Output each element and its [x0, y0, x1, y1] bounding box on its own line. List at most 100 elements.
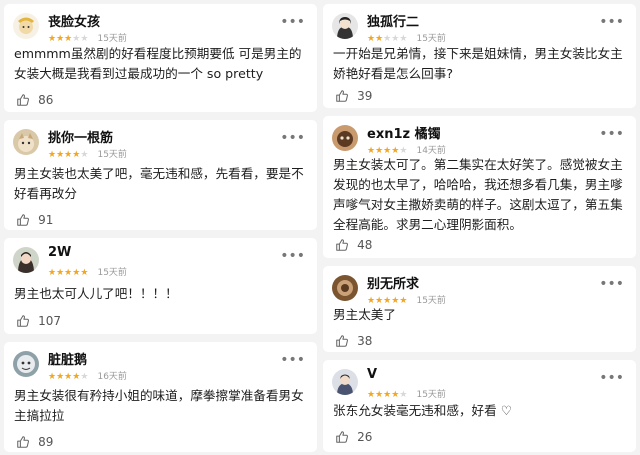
avatar[interactable] [332, 369, 358, 395]
like-button[interactable]: 38 [335, 330, 373, 348]
review-card: 脏脏鹅 ★★★★★ 16天前 ••• 男主女装很有矜持小姐的味道，摩拳擦掌准备看… [4, 342, 317, 452]
rating-stars: ★★★★★ [48, 150, 88, 160]
rating-stars: ★★★★★ [48, 372, 88, 382]
like-count: 48 [357, 237, 373, 252]
thumbs-up-icon [336, 334, 348, 347]
review-text: 一开始是兄弟情，接下来是姐妹情，男主女装比女主娇艳好看是怎么回事? [333, 46, 623, 81]
review-card: 独孤行二 ★★★★★ 15天前 ••• 一开始是兄弟情，接下来是姐妹情，男主女装… [323, 4, 636, 108]
review-text: 男主女装也太美了吧，毫无违和感，先看看，要是不好看再改分 [14, 166, 304, 201]
like-count: 89 [38, 434, 54, 449]
review-time: 15天前 [416, 389, 446, 400]
star-icon: ★ [399, 33, 408, 44]
more-dots-icon[interactable]: ••• [599, 277, 624, 291]
avatar[interactable] [13, 247, 39, 273]
star-icon: ★ [80, 33, 89, 44]
star-icon: ★ [56, 267, 65, 278]
star-icon: ★ [375, 295, 384, 306]
rating-stars: ★★★★★ [367, 296, 407, 306]
rating-stars: ★★★★★ [48, 34, 88, 44]
like-button[interactable]: 89 [16, 431, 54, 449]
thumbs-up-icon [17, 314, 29, 327]
avatar[interactable] [13, 129, 39, 155]
review-meta: ★★★★★ 15天前 [367, 384, 446, 400]
review-text: 张东允女装毫无违和感，好看 ♡ [333, 403, 513, 418]
review-text: 男主女装太可了。第二集实在太好笑了。感觉被女主发现的也太早了，哈哈哈，我还想多看… [333, 157, 623, 232]
review-card: exn1z 橘镯 ★★★★★ 14天前 ••• 男主女装太可了。第二集实在太好笑… [323, 116, 636, 258]
like-button[interactable]: 48 [335, 234, 373, 252]
thumbs-up-icon [336, 238, 348, 251]
star-icon: ★ [80, 267, 89, 278]
star-icon: ★ [80, 149, 89, 160]
reviewer-name[interactable]: V [367, 367, 377, 382]
star-icon: ★ [399, 145, 408, 156]
review-meta: ★★★★★ 15天前 [367, 290, 446, 306]
more-dots-icon[interactable]: ••• [280, 131, 305, 145]
reviewer-name[interactable]: 2W [48, 245, 71, 260]
rating-stars: ★★★★★ [367, 390, 407, 400]
star-icon: ★ [367, 33, 376, 44]
rating-stars: ★★★★★ [367, 34, 407, 44]
review-card: 2W ★★★★★ 15天前 ••• 男主也太可人儿了吧！！！！ 107 [4, 238, 317, 334]
review-time: 16天前 [97, 371, 127, 382]
like-button[interactable]: 86 [16, 89, 54, 107]
star-icon: ★ [80, 371, 89, 382]
avatar[interactable] [332, 125, 358, 151]
like-count: 38 [357, 333, 373, 348]
avatar[interactable] [332, 13, 358, 39]
star-icon: ★ [367, 389, 376, 400]
star-icon: ★ [48, 371, 57, 382]
star-icon: ★ [375, 145, 384, 156]
more-dots-icon[interactable]: ••• [599, 371, 624, 385]
star-icon: ★ [367, 145, 376, 156]
star-icon: ★ [48, 267, 57, 278]
thumbs-up-icon [17, 213, 29, 226]
review-meta: ★★★★★ 15天前 [367, 28, 446, 44]
star-icon: ★ [367, 295, 376, 306]
review-text: emmmm虽然剧的好看程度比预期要低 可是男主的女装大概是我看到过最成功的一个 … [14, 46, 302, 81]
review-time: 15天前 [97, 33, 127, 44]
review-meta: ★★★★★ 14天前 [367, 140, 446, 156]
review-time: 14天前 [416, 145, 446, 156]
review-time: 15天前 [416, 33, 446, 44]
review-meta: ★★★★★ 15天前 [48, 28, 127, 44]
review-card: V ★★★★★ 15天前 ••• 张东允女装毫无违和感，好看 ♡ 26 [323, 360, 636, 452]
review-time: 15天前 [97, 267, 127, 278]
star-icon: ★ [48, 33, 57, 44]
like-button[interactable]: 91 [16, 209, 53, 227]
review-text: 男主女装很有矜持小姐的味道，摩拳擦掌准备看男女主搞拉拉 [14, 388, 304, 423]
like-button[interactable]: 26 [335, 426, 373, 444]
star-icon: ★ [48, 149, 57, 160]
review-card: 挑你一根筋 ★★★★★ 15天前 ••• 男主女装也太美了吧，毫无违和感，先看看… [4, 120, 317, 230]
like-count: 26 [357, 429, 373, 444]
more-dots-icon[interactable]: ••• [599, 15, 624, 29]
star-icon: ★ [56, 149, 65, 160]
review-meta: ★★★★★ 15天前 [48, 144, 127, 160]
like-button[interactable]: 39 [335, 85, 373, 103]
more-dots-icon[interactable]: ••• [280, 249, 305, 263]
avatar[interactable] [332, 275, 358, 301]
like-count: 107 [38, 313, 61, 328]
thumbs-up-icon [17, 435, 29, 448]
review-text: 男主太美了 [333, 307, 396, 322]
star-icon: ★ [399, 295, 408, 306]
more-dots-icon[interactable]: ••• [280, 15, 305, 29]
rating-stars: ★★★★★ [48, 268, 88, 278]
star-icon: ★ [375, 389, 384, 400]
like-button[interactable]: 107 [16, 310, 61, 328]
star-icon: ★ [375, 33, 384, 44]
like-count: 39 [357, 88, 373, 103]
thumbs-up-icon [336, 430, 348, 443]
rating-stars: ★★★★★ [367, 146, 407, 156]
like-count: 86 [38, 92, 54, 107]
review-meta: ★★★★★ 15天前 [48, 262, 127, 278]
more-dots-icon[interactable]: ••• [599, 127, 624, 141]
thumbs-up-icon [336, 89, 348, 102]
review-card: 丧脸女孩 ★★★★★ 15天前 ••• emmmm虽然剧的好看程度比预期要低 可… [4, 4, 317, 112]
avatar[interactable] [13, 351, 39, 377]
review-text: 男主也太可人儿了吧！！！！ [14, 286, 178, 301]
more-dots-icon[interactable]: ••• [280, 353, 305, 367]
star-icon: ★ [399, 389, 408, 400]
review-time: 15天前 [97, 149, 127, 160]
review-time: 15天前 [416, 295, 446, 306]
avatar[interactable] [13, 13, 39, 39]
